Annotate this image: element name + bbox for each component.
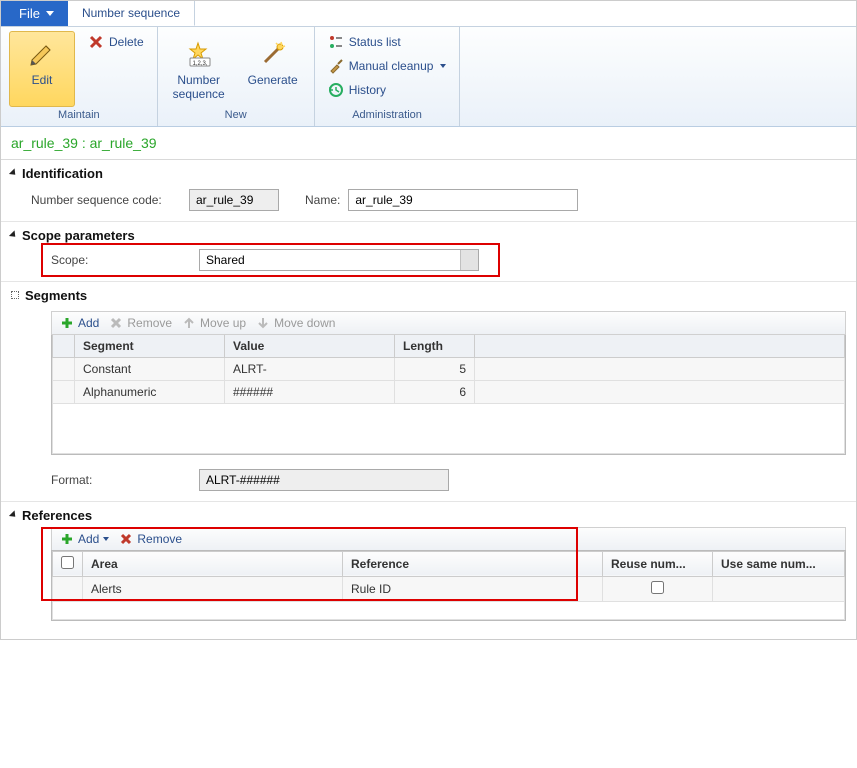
arrow-up-icon xyxy=(182,316,196,330)
format-field[interactable] xyxy=(199,469,449,491)
arrow-down-icon xyxy=(256,316,270,330)
ribbon-group-new: 1,2,3, Number sequence Generate New xyxy=(158,27,315,126)
code-field[interactable] xyxy=(189,189,279,211)
svg-text:1,2,3,: 1,2,3, xyxy=(192,61,207,67)
record-title: ar_rule_39 : ar_rule_39 xyxy=(1,127,856,160)
ribbon-group-maintain: Edit Delete Maintain xyxy=(1,27,158,126)
col-use-same[interactable]: Use same num... xyxy=(713,551,845,576)
wand-icon xyxy=(259,36,287,72)
col-value[interactable]: Value xyxy=(225,335,395,358)
chevron-down-icon xyxy=(46,11,54,16)
ribbon-group-label: Maintain xyxy=(9,107,149,124)
collapse-icon xyxy=(9,230,18,239)
delete-x-icon xyxy=(88,34,104,50)
delete-button[interactable]: Delete xyxy=(83,31,149,53)
chevron-down-icon xyxy=(440,64,446,68)
col-segment[interactable]: Segment xyxy=(75,335,225,358)
delete-x-icon xyxy=(109,316,123,330)
code-label: Number sequence code: xyxy=(31,193,181,207)
ribbon-group-label: New xyxy=(166,107,306,124)
table-row[interactable]: Alerts Rule ID xyxy=(53,576,845,601)
pencil-icon xyxy=(28,36,56,72)
broom-icon xyxy=(328,58,344,74)
move-up-button[interactable]: Move up xyxy=(182,316,246,330)
ribbon-tabs: File Number sequence xyxy=(1,1,856,27)
section-toggle-references[interactable]: References xyxy=(11,508,846,523)
status-list-button[interactable]: Status list xyxy=(323,31,452,53)
references-toolbar: Add Remove xyxy=(51,527,846,550)
segments-grid: Segment Value Length Constant ALRT- 5 xyxy=(51,335,846,455)
delete-x-icon xyxy=(119,532,133,546)
section-scope: Scope parameters Scope: xyxy=(1,222,856,282)
plus-icon xyxy=(60,532,74,546)
chevron-down-icon[interactable] xyxy=(460,250,478,270)
scope-label: Scope: xyxy=(51,253,191,267)
history-icon xyxy=(328,82,344,98)
col-area[interactable]: Area xyxy=(83,551,343,576)
section-toggle-scope[interactable]: Scope parameters xyxy=(11,228,846,243)
table-row[interactable]: Alphanumeric ###### 6 xyxy=(53,380,845,403)
section-toggle-segments[interactable]: Segments xyxy=(11,288,846,303)
move-down-button[interactable]: Move down xyxy=(256,316,335,330)
manual-cleanup-button[interactable]: Manual cleanup xyxy=(323,55,452,77)
select-all-checkbox[interactable] xyxy=(61,556,74,569)
col-reference[interactable]: Reference xyxy=(343,551,603,576)
edit-button[interactable]: Edit xyxy=(9,31,75,107)
scope-value[interactable] xyxy=(200,250,460,270)
section-references: References Add Remove xyxy=(1,502,856,639)
collapse-icon xyxy=(9,168,18,177)
name-label: Name: xyxy=(305,193,340,207)
status-list-icon xyxy=(328,34,344,50)
collapse-icon xyxy=(9,510,18,519)
section-identification: Identification Number sequence code: Nam… xyxy=(1,160,856,222)
tab-number-sequence[interactable]: Number sequence xyxy=(68,1,195,26)
references-grid: Area Reference Reuse num... Use same num… xyxy=(51,550,846,621)
ribbon: Edit Delete Maintain 1,2,3, Number se xyxy=(1,27,856,127)
col-length[interactable]: Length xyxy=(395,335,475,358)
plus-icon xyxy=(60,316,74,330)
file-tab[interactable]: File xyxy=(1,1,68,26)
number-sequence-button[interactable]: 1,2,3, Number sequence xyxy=(166,31,232,107)
ribbon-group-label: Administration xyxy=(323,107,452,124)
number-sequence-icon: 1,2,3, xyxy=(184,36,214,72)
history-button[interactable]: History xyxy=(323,79,452,101)
table-row[interactable]: Constant ALRT- 5 xyxy=(53,357,845,380)
format-label: Format: xyxy=(51,473,191,487)
ribbon-group-administration: Status list Manual cleanup History Admin… xyxy=(315,27,461,126)
generate-button[interactable]: Generate xyxy=(240,31,306,107)
remove-reference-button[interactable]: Remove xyxy=(119,532,182,546)
scope-dropdown[interactable] xyxy=(199,249,479,271)
chevron-down-icon xyxy=(103,537,109,541)
add-reference-button[interactable]: Add xyxy=(60,532,109,546)
name-field[interactable] xyxy=(348,189,578,211)
remove-segment-button[interactable]: Remove xyxy=(109,316,172,330)
section-segments: Segments Add Remove Move up Move down xyxy=(1,282,856,502)
file-tab-label: File xyxy=(19,6,40,21)
section-toggle-identification[interactable]: Identification xyxy=(11,166,846,181)
col-reuse[interactable]: Reuse num... xyxy=(603,551,713,576)
expand-icon xyxy=(11,291,19,299)
add-segment-button[interactable]: Add xyxy=(60,316,99,330)
segments-toolbar: Add Remove Move up Move down xyxy=(51,311,846,335)
reuse-checkbox[interactable] xyxy=(651,581,664,594)
